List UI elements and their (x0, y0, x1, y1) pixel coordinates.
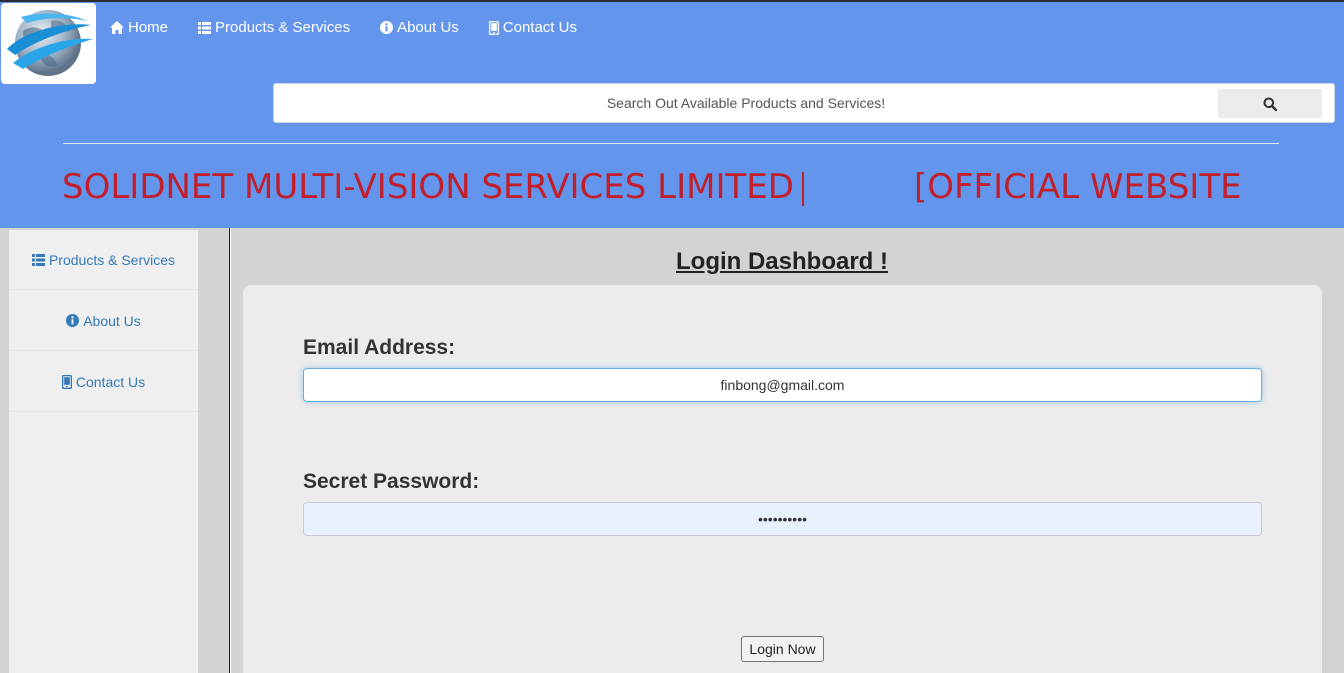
marquee-bracket: [ (913, 167, 928, 207)
marquee-text: SOLIDNET MULTI-VISION SERVICES LIMITED [O… (63, 162, 1242, 212)
page-title: Login Dashboard ! (676, 248, 888, 275)
header-divider (63, 143, 1279, 144)
nav-home-label: Home (128, 19, 169, 36)
login-button[interactable]: Login Now (741, 636, 824, 662)
password-label: Secret Password: (303, 470, 480, 493)
info-circle-icon (66, 314, 80, 327)
nav-about-us-label: About Us (397, 19, 459, 36)
list-icon (198, 21, 212, 34)
search-input[interactable] (274, 84, 1218, 122)
globe-logo-icon (7, 10, 93, 76)
email-field[interactable] (303, 368, 1262, 402)
marquee-separator (801, 171, 804, 206)
sidebar-item-products-services[interactable]: Products & Services (9, 230, 198, 290)
mobile-phone-icon (61, 374, 72, 389)
sidebar-item-label: About Us (83, 312, 141, 329)
main-content: Login Dashboard ! Email Address: Secret … (231, 228, 1344, 673)
mobile-phone-icon (488, 20, 499, 35)
marquee-subtitle: OFFICIAL WEBSITE (927, 167, 1242, 207)
nav-about-us[interactable]: About Us (380, 19, 459, 36)
company-logo[interactable] (1, 3, 96, 84)
login-panel: Email Address: Secret Password: Login No… (243, 285, 1322, 673)
sidebar: Products & Services About Us Contact Us (9, 230, 198, 673)
nav-contact-us[interactable]: Contact Us (488, 19, 577, 36)
top-nav: Home Products & Services About Us Contac… (110, 19, 607, 36)
sidebar-item-about-us[interactable]: About Us (9, 291, 198, 351)
search-icon (1263, 97, 1277, 111)
info-circle-icon (380, 21, 394, 34)
sidebar-item-label: Products & Services (48, 251, 176, 268)
sidebar-item-label: Contact Us (75, 373, 146, 390)
site-header: Home Products & Services About Us Contac… (0, 2, 1344, 228)
nav-products-services-label: Products & Services (215, 19, 351, 36)
search-button[interactable] (1218, 89, 1322, 118)
search-bar (273, 83, 1335, 123)
nav-products-services[interactable]: Products & Services (198, 19, 350, 36)
nav-contact-us-label: Contact Us (502, 19, 577, 36)
marquee-company-name: SOLIDNET MULTI-VISION SERVICES LIMITED (63, 167, 794, 207)
company-marquee: SOLIDNET MULTI-VISION SERVICES LIMITED [O… (63, 162, 1279, 212)
sidebar-item-contact-us[interactable]: Contact Us (9, 352, 198, 412)
password-field[interactable] (303, 502, 1262, 536)
list-icon (31, 253, 45, 266)
sidebar-container: Products & Services About Us Contact Us (0, 228, 230, 673)
home-icon (110, 21, 124, 34)
email-label: Email Address: (303, 336, 456, 359)
nav-home[interactable]: Home (110, 19, 168, 36)
